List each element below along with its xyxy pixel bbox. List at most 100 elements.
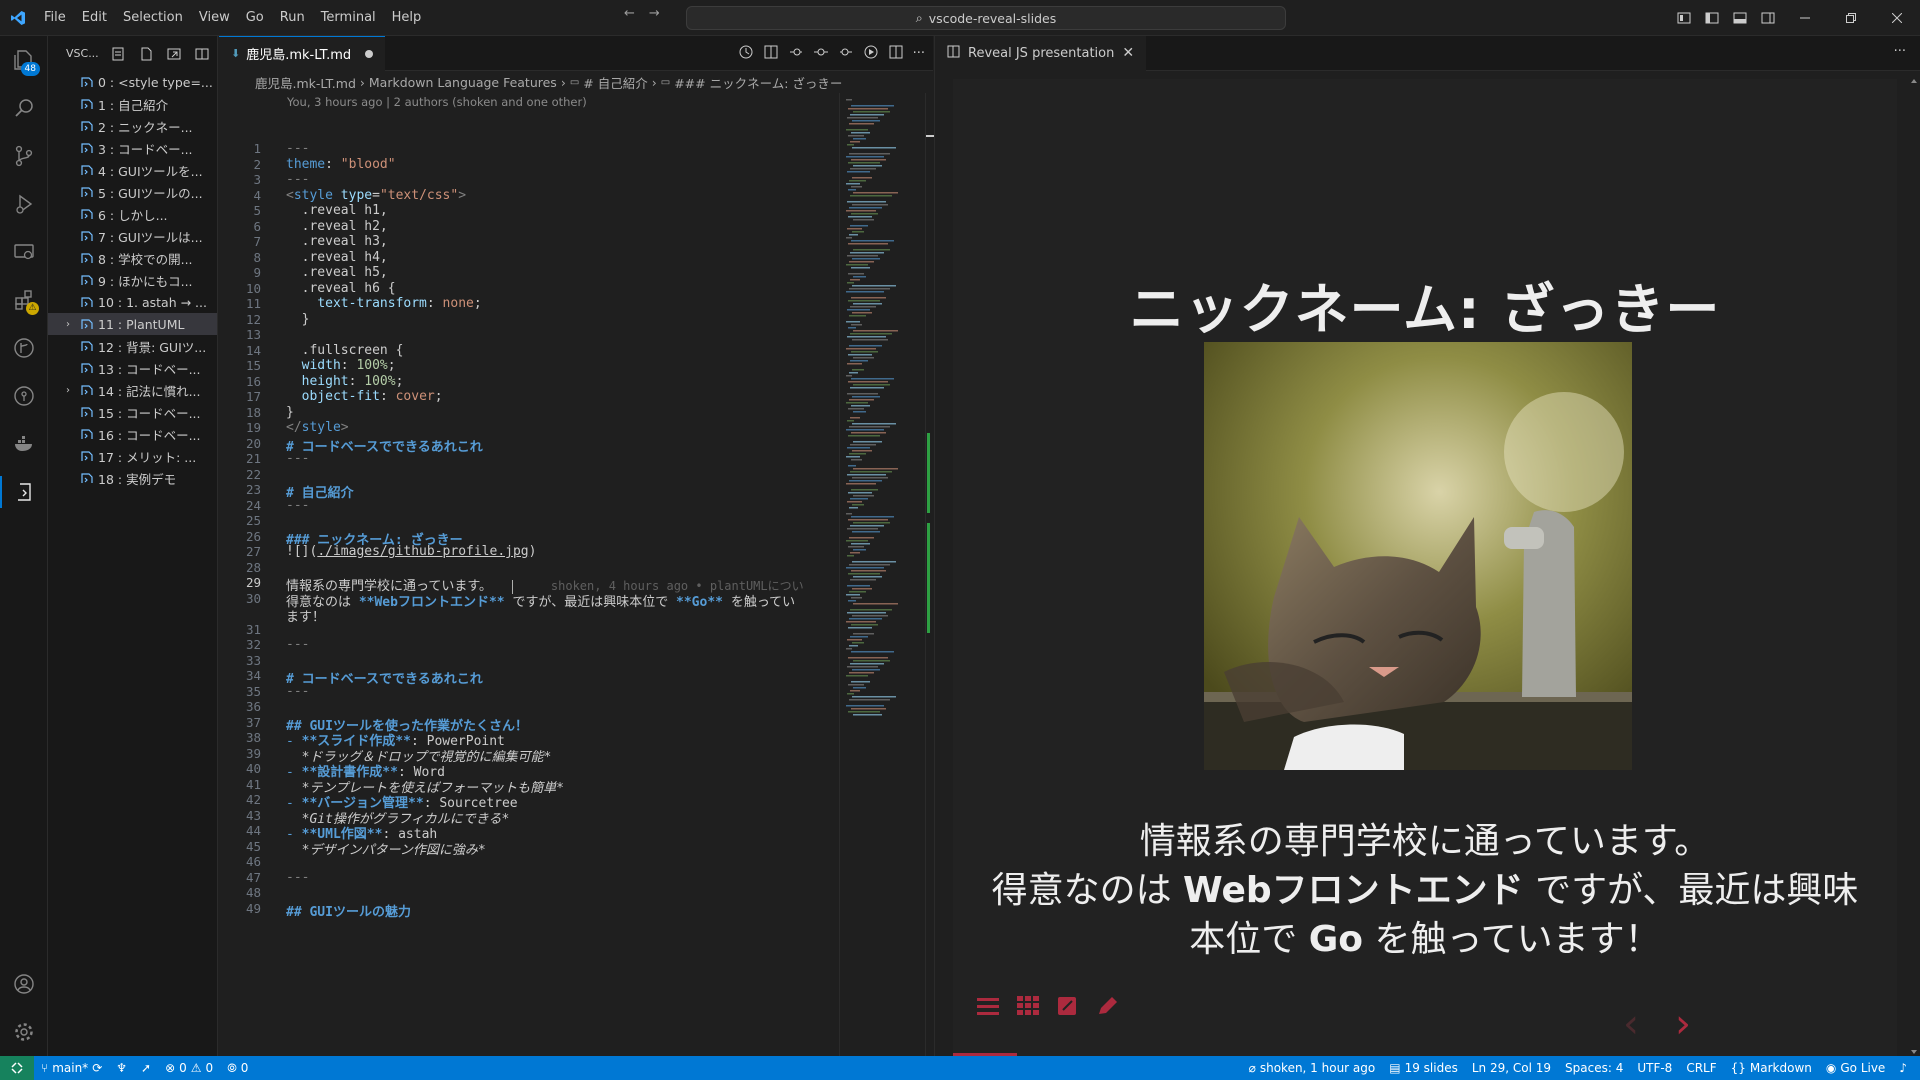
command-center[interactable]: ⌕ vscode-reveal-slides [686,6,1286,30]
manage-gear-icon[interactable] [0,1008,48,1056]
branch-status[interactable]: ⑂ main* ⟳ [34,1056,109,1080]
scroll-down-icon[interactable] [1911,1044,1917,1054]
code-line[interactable]: } [286,312,310,327]
slide-count-status[interactable]: ▤ 19 slides [1382,1056,1465,1080]
search-activity-icon[interactable] [0,84,48,132]
show-preview-icon[interactable] [193,45,211,63]
breadcrumb-heading[interactable]: ### ニックネーム: ざっきー [674,73,842,92]
toggle-primary-sidebar-icon[interactable] [1698,4,1726,32]
export-pdf-icon[interactable] [109,45,127,63]
git-next-revision-icon[interactable] [838,44,854,64]
editor-tab[interactable]: ⬇ 鹿児島.mk-LT.md [219,35,386,71]
back-arrow-icon[interactable]: ← [624,6,635,21]
code-line[interactable]: } [286,405,294,420]
outline-item[interactable]: 1 : 自己紹介 [48,93,217,115]
menu-item-file[interactable]: File [36,6,74,30]
docker-icon[interactable] [0,420,48,468]
outline-item[interactable]: 8 : 学校での開... [48,247,217,269]
breadcrumb-section[interactable]: # 自己紹介 [583,73,647,92]
explorer-icon[interactable]: 48 [0,36,48,84]
code-line[interactable]: --- [286,684,309,699]
toggle-panel-icon[interactable] [1726,4,1754,32]
toggle-secondary-sidebar-icon[interactable] [1754,4,1782,32]
code-line[interactable]: --- [286,141,309,156]
menu-item-selection[interactable]: Selection [115,6,191,30]
breadcrumb-file[interactable]: 鹿児島.mk-LT.md [255,73,356,92]
restore-icon[interactable] [1828,0,1874,36]
code-line[interactable]: object-fit: cover; [286,389,443,404]
sync-icon[interactable]: ⟳ [92,1061,102,1075]
cursor-position[interactable]: Ln 29, Col 19 [1465,1056,1558,1080]
code-line[interactable]: ます！ [286,606,325,625]
rocket-icon[interactable]: ➚ [134,1056,158,1080]
split-editor-icon[interactable] [888,44,904,64]
code-line[interactable]: --- [286,870,309,885]
editor-scrollbar[interactable] [925,93,934,1056]
menu-item-run[interactable]: Run [272,6,313,30]
gitlens-launchpad-icon[interactable]: ♆ [109,1056,134,1080]
code-line[interactable]: .reveal h5, [286,265,388,280]
code-line[interactable]: 得意なのは **Webフロントエンド** ですが、最近は興味本位で **Go**… [286,591,795,610]
scroll-up-icon[interactable] [1911,73,1917,83]
code-line[interactable]: --- [286,498,309,513]
outline-item[interactable]: 10 : 1. astah → ... [48,291,217,313]
preview-scrollbar[interactable] [1908,71,1920,1056]
source-control-icon[interactable] [0,132,48,180]
outline-item[interactable]: 5 : GUIツールの... [48,181,217,203]
indentation[interactable]: Spaces: 4 [1558,1056,1630,1080]
outline-item[interactable]: 0 : <style type=... [48,71,217,93]
outline-item[interactable]: 6 : しかし... [48,203,217,225]
menu-item-terminal[interactable]: Terminal [313,6,384,30]
end-of-line[interactable]: CRLF [1679,1056,1723,1080]
code-line[interactable]: text-transform: none; [286,296,481,311]
extensions-icon[interactable]: ⚠ [0,276,48,324]
code-line[interactable]: .reveal h1, [286,203,388,218]
timeline-history-icon[interactable] [738,44,754,64]
outline-item[interactable]: 12 : 背景: GUIツ... [48,335,217,357]
menu-item-edit[interactable]: Edit [74,6,115,30]
pencil-draw-icon[interactable] [1097,996,1119,1020]
code-line[interactable]: ## GUIツールの魅力 [286,901,411,920]
grid-overview-icon[interactable] [1017,996,1039,1020]
remote-indicator-icon[interactable] [0,1056,34,1080]
reveal-slides-icon[interactable] [0,468,48,516]
outline-item[interactable]: 13 : コードベー... [48,357,217,379]
outline-item[interactable]: › 14 : 記法に慣れ... [48,379,217,401]
outline-item[interactable]: › 11 : PlantUML [48,313,217,335]
open-in-browser-icon[interactable] [165,45,183,63]
notifications-bell-icon[interactable]: ♪ [1892,1056,1914,1080]
encoding[interactable]: UTF-8 [1630,1056,1679,1080]
code-line[interactable]: .reveal h2, [286,219,388,234]
reveal-preview-icon[interactable] [863,44,879,64]
ports-status[interactable]: ⦾ 0 [220,1056,255,1080]
code-line[interactable]: *デザインパターン作図に強み* [286,839,486,858]
outline-item[interactable]: 18 : 実例デモ [48,467,217,489]
remote-explorer-icon[interactable] [0,228,48,276]
git-graph-icon[interactable] [0,324,48,372]
code-line[interactable]: .reveal h4, [286,250,388,265]
export-html-icon[interactable] [137,45,155,63]
menu-item-view[interactable]: View [191,6,238,30]
gitlens-icon[interactable] [0,372,48,420]
slide-canvas[interactable]: ニックネーム: ざっきー 情報系の専門学校に通っています。 得意なのは Webフ… [953,79,1897,1056]
menu-item-go[interactable]: Go [238,6,272,30]
code-line[interactable]: theme: "blood" [286,157,396,172]
open-changes-icon[interactable] [763,44,779,64]
unsaved-dot-icon[interactable] [365,49,374,58]
minimap[interactable] [839,93,925,1056]
close-tab-icon[interactable]: ✕ [1122,45,1134,61]
language-mode[interactable]: {} Markdown [1724,1056,1819,1080]
code-line[interactable]: <style type="text/css"> [286,188,466,203]
blame-status[interactable]: ⌀ shoken, 1 hour ago [1242,1056,1383,1080]
outline-item[interactable]: 9 : ほかにもコ... [48,269,217,291]
menu-hamburger-icon[interactable] [977,996,999,1020]
code-line[interactable]: width: 100%; [286,358,396,373]
minimize-icon[interactable] [1782,0,1828,36]
expand-chevron-icon[interactable]: › [60,385,76,396]
code-line[interactable]: height: 100%; [286,374,404,389]
code-line[interactable]: .reveal h6 { [286,281,396,296]
codelens-blame[interactable]: You, 3 hours ago | 2 authors (shoken and… [219,93,933,111]
code-line[interactable]: # コードベースでできるあれこれ [286,668,483,687]
outline-item[interactable]: 17 : メリット: ... [48,445,217,467]
close-window-icon[interactable] [1874,0,1920,36]
